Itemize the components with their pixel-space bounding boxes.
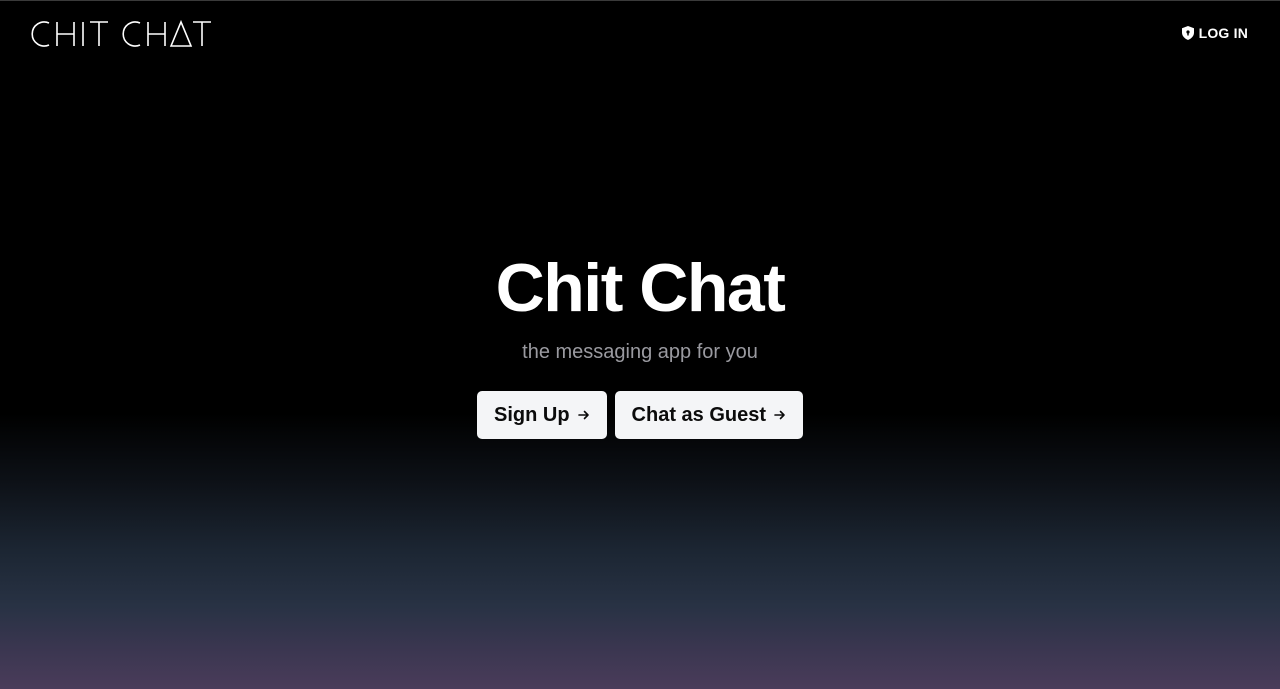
brand-logo[interactable] bbox=[30, 18, 212, 50]
shield-icon bbox=[1181, 26, 1194, 40]
top-bar: LOG IN bbox=[0, 1, 1280, 67]
sign-up-button[interactable]: Sign Up bbox=[476, 391, 607, 439]
arrow-right-icon bbox=[577, 410, 590, 420]
chat-as-guest-button[interactable]: Chat as Guest bbox=[614, 391, 804, 439]
logo-wordmark-icon bbox=[31, 19, 211, 47]
sign-up-label: Sign Up bbox=[493, 403, 570, 426]
arrow-right-icon bbox=[774, 410, 786, 420]
login-label: LOG IN bbox=[1198, 25, 1248, 41]
chat-as-guest-label: Chat as Guest bbox=[631, 403, 767, 426]
hero-section: Chit Chat the messaging app for you Sign… bbox=[0, 246, 1280, 439]
hero-title: Chit Chat bbox=[495, 250, 786, 326]
hero-subtitle: the messaging app for you bbox=[522, 341, 758, 363]
cta-row: Sign Up Chat as Guest bbox=[0, 391, 1280, 439]
login-link[interactable]: LOG IN bbox=[1181, 25, 1248, 41]
